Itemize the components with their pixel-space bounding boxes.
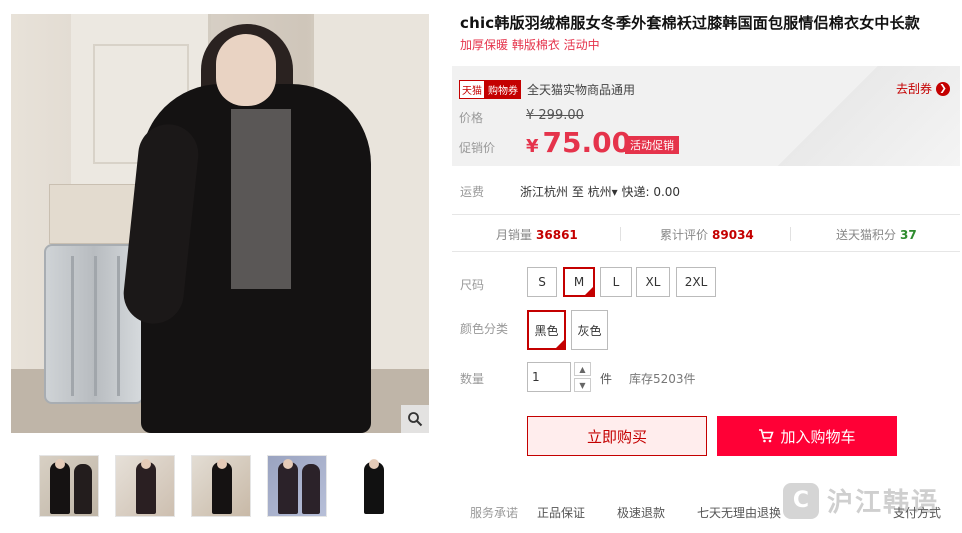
price-panel: 天猫 购物券 全天猫实物商品通用 去刮券 ❯ 价格 ¥ 299.00 促销价 ¥…	[452, 66, 960, 166]
chevron-right-icon: ❯	[936, 81, 950, 96]
promo-tag: 活动促销	[625, 136, 679, 154]
chevron-up-icon: ▲	[579, 364, 586, 374]
image-model-sweater	[231, 109, 291, 289]
add-to-cart-label: 加入购物车	[780, 427, 856, 446]
sale-price-value: 75.00	[542, 126, 632, 159]
size-label: 尺码	[460, 278, 485, 292]
buy-now-label: 立即购买	[586, 427, 647, 446]
size-option-2xl[interactable]: 2XL	[676, 267, 716, 297]
image-shelf	[49, 184, 139, 244]
quantity-label: 数量	[460, 372, 485, 386]
service-seven-day-return[interactable]: 七天无理由退换	[697, 504, 781, 521]
quantity-input[interactable]	[527, 362, 571, 392]
watermark: C 沪江韩语	[783, 482, 939, 519]
tmall-points: 送天猫积分 37	[836, 228, 917, 242]
image-model-face	[216, 34, 276, 106]
get-coupon-link[interactable]: 去刮券 ❯	[896, 80, 950, 97]
thumbnail-2[interactable]	[115, 455, 175, 517]
cart-icon	[759, 429, 775, 443]
zoom-button[interactable]	[401, 405, 429, 433]
thumbnail-3[interactable]	[191, 455, 251, 517]
coupon-row: 天猫 购物券 全天猫实物商品通用	[459, 80, 635, 99]
price-label: 价格	[459, 111, 484, 125]
get-coupon-label: 去刮券	[895, 82, 932, 96]
service-label: 服务承诺	[470, 506, 519, 520]
coupon-text: 全天猫实物商品通用	[527, 83, 636, 97]
review-count[interactable]: 累计评价 89034	[660, 226, 754, 243]
size-option-s[interactable]: S	[527, 267, 557, 297]
service-fast-refund[interactable]: 极速退款	[617, 504, 665, 521]
main-product-image[interactable]	[11, 14, 429, 433]
magnifier-icon	[408, 412, 423, 427]
thumbnail-1[interactable]	[39, 455, 99, 517]
service-genuine[interactable]: 正品保证	[537, 504, 585, 521]
product-subtitle: 加厚保暖 韩版棉衣 活动中	[460, 38, 600, 52]
chevron-down-icon: ▼	[579, 380, 586, 390]
quantity-unit: 件	[600, 372, 613, 386]
thumbnail-5[interactable]	[343, 455, 403, 517]
shipping-label: 运费	[460, 185, 485, 199]
size-option-xl[interactable]: XL	[636, 267, 670, 297]
size-option-l[interactable]: L	[600, 267, 632, 297]
watermark-logo-icon: C	[783, 482, 819, 519]
original-price: ¥ 299.00	[526, 108, 584, 123]
add-to-cart-button[interactable]: 加入购物车	[717, 416, 897, 456]
thumbnail-strip	[39, 455, 419, 517]
currency-symbol: ¥	[526, 136, 539, 157]
voucher-badge: 购物券	[485, 80, 521, 99]
sale-price-label: 促销价	[459, 141, 496, 155]
thumbnail-4[interactable]	[267, 455, 327, 517]
quantity-decrease-button[interactable]: ▼	[574, 378, 591, 392]
monthly-sales: 月销量 36861	[496, 228, 578, 242]
quantity-increase-button[interactable]: ▲	[574, 362, 591, 376]
buy-now-button[interactable]: 立即购买	[527, 416, 707, 456]
tmall-badge: 天猫	[459, 80, 485, 99]
color-option-gray[interactable]: 灰色	[571, 310, 608, 350]
sales-stats: 月销量 36861 累计评价 89034 送天猫积分 37	[452, 214, 960, 252]
color-option-black[interactable]: 黑色	[527, 310, 566, 350]
size-option-m[interactable]: M	[563, 267, 595, 297]
product-title: chic韩版羽绒棉服女冬季外套棉袄过膝韩国面包服情侣棉衣女中长款	[460, 14, 921, 32]
shipping-value[interactable]: 浙江杭州 至 杭州▾ 快递: 0.00	[520, 183, 680, 200]
color-label: 颜色分类	[460, 322, 509, 336]
watermark-text: 沪江韩语	[827, 488, 940, 518]
sale-price: ¥ 75.00	[526, 126, 631, 159]
stock-count: 库存5203件	[629, 372, 696, 386]
